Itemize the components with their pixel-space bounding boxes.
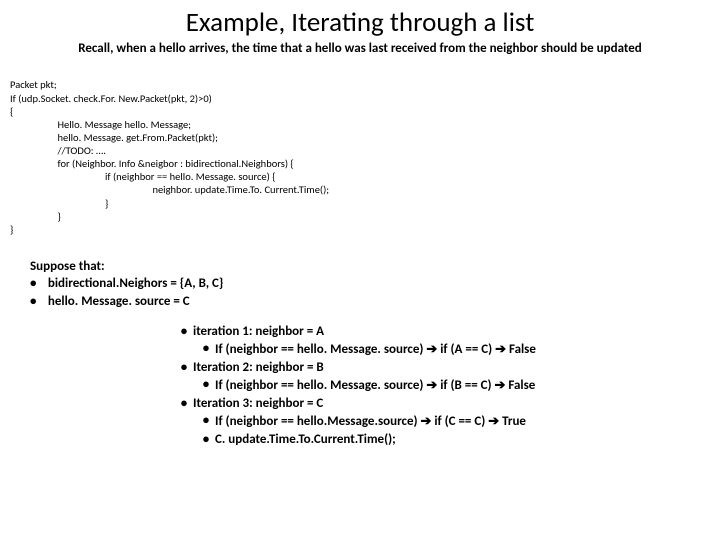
arrow-icon: ➔ <box>426 377 437 392</box>
bullet-icon: • <box>30 293 42 311</box>
arrow-icon: ➔ <box>421 413 432 428</box>
iteration-sub: •If (neighbor == hello. Message. source)… <box>197 376 720 395</box>
bullet-icon: • <box>30 275 42 293</box>
iteration-sub: •If (neighbor == hello.Message.source) ➔… <box>197 412 720 431</box>
suppose-heading: Suppose that: <box>30 258 720 276</box>
code-line: Hello. Message hello. Message; <box>10 118 191 131</box>
arrow-icon: ➔ <box>495 377 506 392</box>
code-block: Packet pkt; If (udp.Socket. check.For. N… <box>10 65 720 236</box>
suppose-item: • hello. Message. source = C <box>30 293 720 311</box>
code-line: } <box>10 197 108 210</box>
code-line: //TODO: …. <box>10 144 106 157</box>
slide-subtitle: Recall, when a hello arrives, the time t… <box>60 41 660 57</box>
iteration-row: •iteration 1: neighbor = A <box>175 323 720 341</box>
bullet-icon: • <box>197 376 215 395</box>
code-line: If (udp.Socket. check.For. New.Packet(pk… <box>10 92 212 105</box>
code-line: neighbor. update.Time.To. Current.Time()… <box>10 183 329 196</box>
slide-title: Example, Iterating through a list <box>0 6 720 39</box>
code-line: for (Neighbor. Info &neigbor : bidirecti… <box>10 157 294 170</box>
code-line: hello. Message. get.From.Packet(pkt); <box>10 131 218 144</box>
suppose-item: • bidirectional.Neighors = {A, B, C} <box>30 275 720 293</box>
suppose-block: Suppose that: • bidirectional.Neighors =… <box>30 258 720 311</box>
arrow-icon: ➔ <box>495 341 506 356</box>
bullet-icon: • <box>197 412 215 431</box>
arrow-icon: ➔ <box>488 413 499 428</box>
bullet-icon: • <box>197 431 215 449</box>
bullet-icon: • <box>175 395 193 413</box>
code-line: } <box>10 210 61 223</box>
iteration-row: •Iteration 2: neighbor = B <box>175 359 720 377</box>
bullet-icon: • <box>175 359 193 377</box>
code-line: if (neighbor == hello. Message. source) … <box>10 170 276 183</box>
code-line: Packet pkt; <box>10 78 57 91</box>
iteration-sub: •If (neighbor == hello. Message. source)… <box>197 340 720 359</box>
code-line: { <box>10 105 13 118</box>
iteration-row: •Iteration 3: neighbor = C <box>175 395 720 413</box>
iterations-block: •iteration 1: neighbor = A •If (neighbor… <box>175 323 720 449</box>
code-line: } <box>10 223 13 236</box>
bullet-icon: • <box>175 323 193 341</box>
iteration-sub: •C. update.Time.To.Current.Time(); <box>197 431 720 449</box>
arrow-icon: ➔ <box>426 341 437 356</box>
bullet-icon: • <box>197 340 215 359</box>
